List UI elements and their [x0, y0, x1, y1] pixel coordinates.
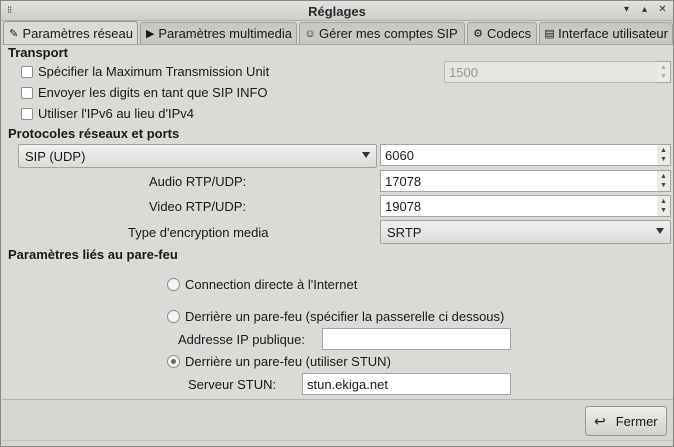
- protocol-select[interactable]: SIP (UDP): [18, 144, 377, 168]
- sip-port-input[interactable]: 6060: [380, 144, 658, 166]
- wrench-icon: ✎: [9, 28, 19, 40]
- encryption-select-value: SRTP: [387, 225, 422, 240]
- protocol-select-value: SIP (UDP): [25, 149, 86, 164]
- direct-connection-radio[interactable]: [167, 278, 180, 291]
- ipv6-checkbox[interactable]: [21, 108, 33, 120]
- nat-firewall-label: Derrière un pare-feu (spécifier la passe…: [185, 309, 505, 324]
- dialog-footer: ↩ Fermer: [2, 399, 673, 446]
- stun-firewall-radio[interactable]: [167, 355, 180, 368]
- return-icon: ↩: [594, 412, 606, 429]
- sip-info-label: Envoyer les digits en tant que SIP INFO: [38, 85, 268, 100]
- document-icon: ▤: [544, 28, 555, 40]
- mtu-input[interactable]: 1500: [444, 61, 658, 83]
- tab-label: Interface utilisateur: [558, 26, 668, 41]
- gear-icon: ⚙: [473, 28, 483, 40]
- accounts-icon: ☺: [304, 27, 316, 40]
- video-port-stepper[interactable]: ▲ ▼: [657, 195, 671, 217]
- tab-network[interactable]: ✎ Paramètres réseau: [3, 21, 138, 45]
- tab-label: Codecs: [487, 26, 532, 41]
- sip-port-stepper[interactable]: ▲ ▼: [657, 144, 671, 166]
- audio-port-stepper[interactable]: ▲ ▼: [657, 170, 671, 192]
- firewall-heading: Paramètres liés au pare-feu: [8, 247, 178, 262]
- tab-label: Gérer mes comptes SIP: [319, 26, 458, 41]
- tab-label: Paramètres multimedia: [158, 26, 292, 41]
- transport-heading: Transport: [8, 45, 68, 60]
- public-ip-label: Addresse IP publique:: [178, 332, 305, 347]
- tab-codecs[interactable]: ⚙ Codecs: [467, 22, 537, 44]
- chevron-down-icon: [656, 228, 664, 234]
- tab-label: Paramètres réseau: [22, 26, 133, 41]
- mtu-checkbox[interactable]: [21, 66, 33, 78]
- mtu-stepper[interactable]: ▲ ▼: [657, 61, 671, 83]
- status-bar: [2, 440, 673, 446]
- stun-server-label: Serveur STUN:: [188, 377, 277, 392]
- chevron-down-icon: [362, 152, 370, 158]
- stun-server-input[interactable]: stun.ekiga.net: [302, 373, 511, 395]
- video-port-input[interactable]: 19078: [380, 195, 658, 217]
- encryption-select[interactable]: SRTP: [380, 220, 671, 244]
- direct-connection-label: Connection directe à l'Internet: [185, 277, 358, 292]
- mtu-label: Spécifier la Maximum Transmission Unit: [38, 64, 270, 79]
- settings-window: ⁝⁝ Réglages ▾ ▴ ✕ ✎ Paramètres réseau ▶ Pa…: [0, 0, 674, 447]
- encryption-label: Type d'encryption media: [128, 225, 269, 240]
- public-ip-input[interactable]: [322, 328, 511, 350]
- tab-bar: ✎ Paramètres réseau ▶ Paramètres multimedi…: [1, 21, 673, 45]
- audio-port-input[interactable]: 17078: [380, 170, 658, 192]
- audio-port-label: Audio RTP/UDP:: [149, 174, 247, 189]
- protocols-heading: Protocoles réseaux et ports: [8, 126, 180, 141]
- close-icon[interactable]: ✕: [658, 4, 667, 16]
- sip-info-checkbox[interactable]: [21, 87, 33, 99]
- ipv6-label: Utiliser l'IPv6 au lieu d'IPv4: [38, 106, 194, 121]
- tab-sip-accounts[interactable]: ☺ Gérer mes comptes SIP: [299, 22, 465, 44]
- title-bar: ⁝⁝ Réglages ▾ ▴ ✕: [1, 1, 673, 21]
- maximize-icon[interactable]: ▴: [640, 4, 649, 16]
- video-port-label: Video RTP/UDP:: [149, 199, 247, 214]
- close-button[interactable]: ↩ Fermer: [585, 406, 667, 436]
- minimize-icon[interactable]: ▾: [622, 4, 631, 16]
- network-settings-panel: Transport Spécifier la Maximum Transmiss…: [2, 44, 673, 398]
- tab-multimedia[interactable]: ▶ Paramètres multimedia: [140, 22, 297, 44]
- nat-firewall-radio[interactable]: [167, 310, 180, 323]
- window-title: Réglages: [308, 4, 366, 19]
- close-button-label: Fermer: [615, 413, 658, 429]
- tab-interface[interactable]: ▤ Interface utilisateur: [539, 22, 673, 44]
- stun-firewall-label: Derrière un pare-feu (utiliser STUN): [185, 354, 391, 369]
- play-icon: ▶: [145, 28, 155, 40]
